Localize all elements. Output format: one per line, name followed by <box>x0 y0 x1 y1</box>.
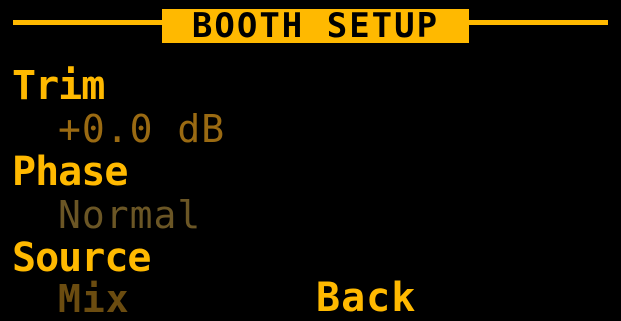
source-label[interactable]: Source <box>12 238 151 278</box>
trim-label[interactable]: Trim <box>12 66 105 106</box>
phase-value[interactable]: Normal <box>58 196 201 234</box>
trim-value[interactable]: +0.0 dB <box>58 110 225 148</box>
page-title: BOOTH SETUP <box>191 6 440 46</box>
booth-setup-screen: BOOTH SETUP Trim +0.0 dB Phase Normal So… <box>0 0 621 318</box>
phase-label[interactable]: Phase <box>12 152 128 192</box>
back-button[interactable]: Back <box>316 278 416 318</box>
title-banner: BOOTH SETUP <box>162 9 469 43</box>
source-value[interactable]: Mix <box>58 280 130 318</box>
